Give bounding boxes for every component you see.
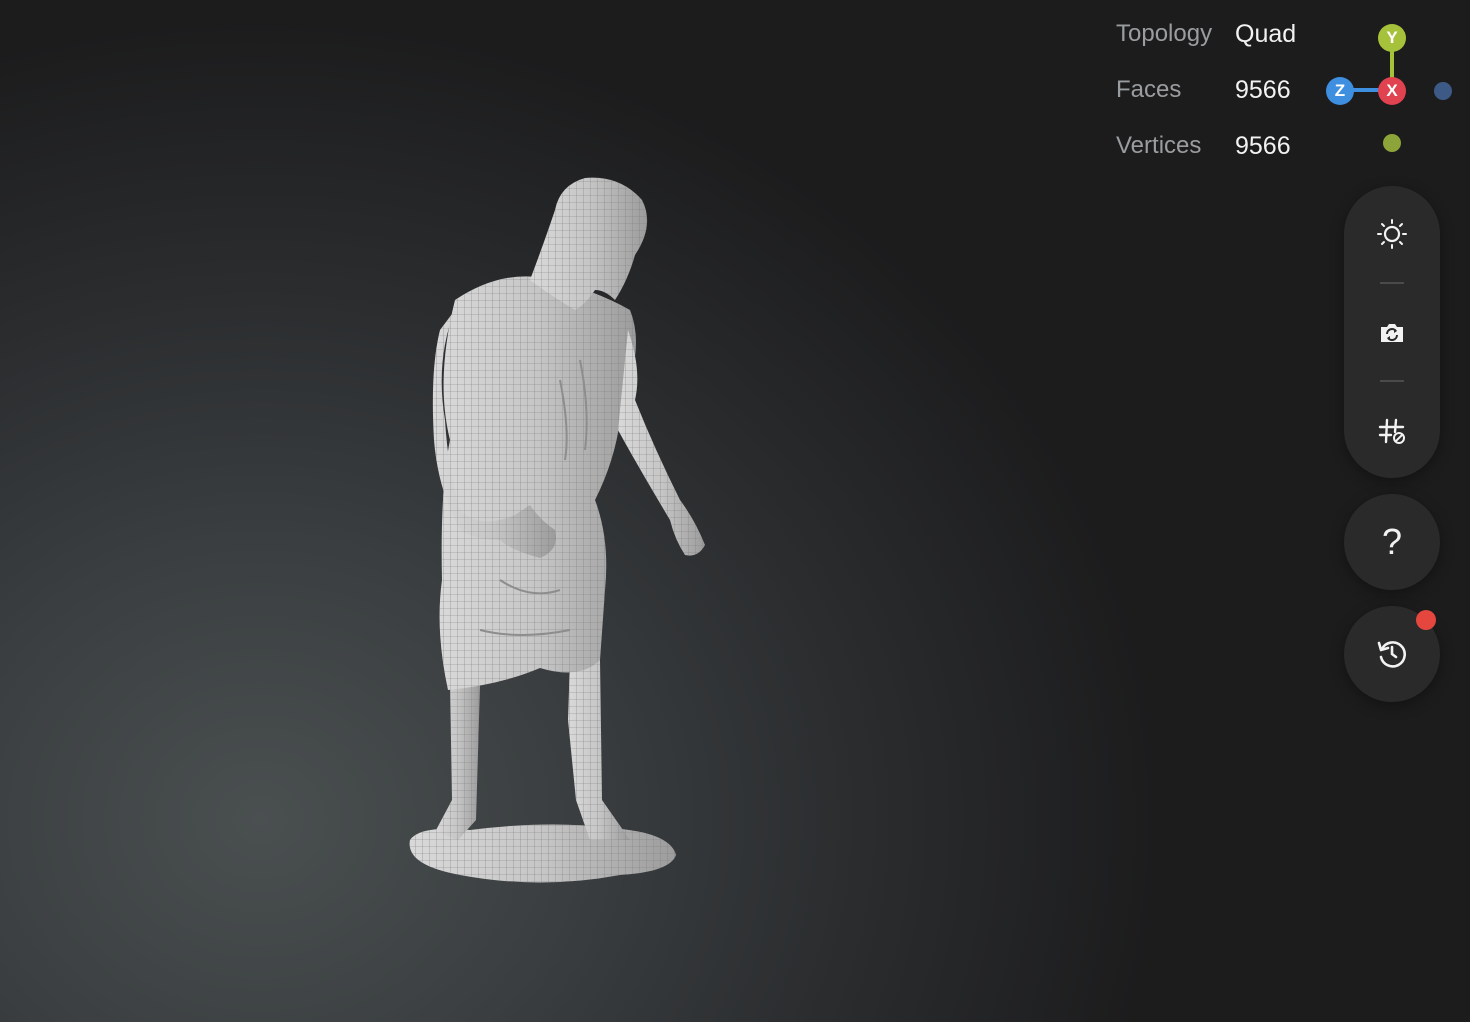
y-axis-handle[interactable]: Y	[1378, 24, 1406, 52]
view-toolbar	[1344, 186, 1440, 478]
topology-row: Topology Quad	[1116, 16, 1316, 72]
lighting-button[interactable]	[1372, 214, 1412, 254]
faces-row: Faces 9566	[1116, 72, 1316, 128]
mesh-stats-panel: Topology Quad Faces 9566 Vertices 9566	[1116, 16, 1316, 184]
grid-toggle-icon	[1378, 418, 1405, 444]
notification-badge	[1416, 610, 1436, 630]
grid-toggle-button[interactable]	[1372, 411, 1412, 451]
sun-light-icon	[1377, 219, 1407, 249]
topology-value: Quad	[1235, 20, 1297, 48]
z-axis-handle[interactable]: Z	[1326, 77, 1354, 105]
help-icon: ?	[1381, 521, 1403, 562]
camera-switch-icon	[1381, 324, 1403, 342]
faces-label: Faces	[1116, 76, 1182, 103]
toolbar-divider	[1380, 282, 1404, 284]
x-axis-label: X	[1386, 81, 1398, 100]
3d-viewport[interactable]: Topology Quad Faces 9566 Vertices 9566 Y…	[0, 0, 1470, 1022]
vertices-label: Vertices	[1116, 132, 1202, 159]
axis-gizmo[interactable]: Y X Z	[1320, 20, 1470, 160]
vertices-row: Vertices 9566	[1116, 128, 1316, 184]
history-icon	[1377, 641, 1406, 668]
x-axis-handle[interactable]: X	[1378, 77, 1406, 105]
z-axis-label: Z	[1334, 81, 1346, 100]
negative-y-axis-handle[interactable]	[1383, 134, 1401, 152]
faces-value: 9566	[1235, 76, 1291, 104]
sculpted-figure-mesh[interactable]	[380, 160, 740, 900]
toolbar-divider	[1380, 380, 1404, 382]
vertices-value: 9566	[1235, 132, 1291, 160]
help-button[interactable]: ?	[1344, 494, 1440, 590]
camera-switch-button[interactable]	[1372, 313, 1412, 353]
negative-x-axis-handle[interactable]	[1434, 82, 1452, 100]
topology-label: Topology	[1116, 20, 1213, 47]
y-axis-label: Y	[1386, 28, 1398, 47]
